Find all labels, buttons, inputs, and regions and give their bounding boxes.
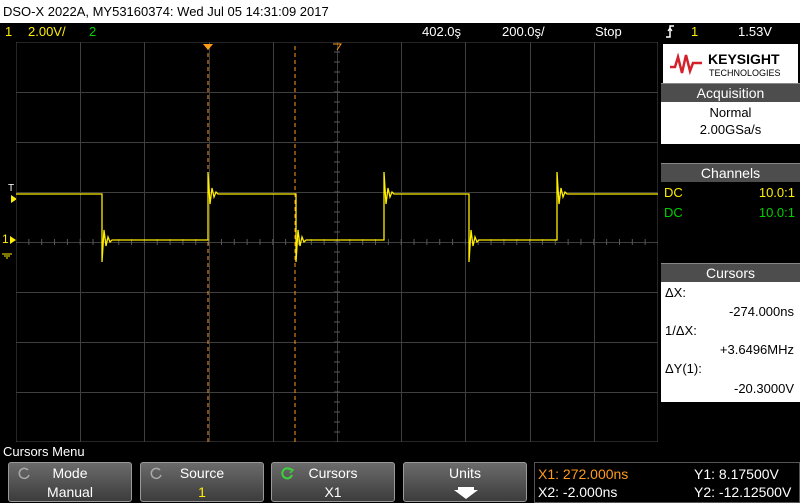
- cursor-y2-readout: Y2: -12.12500V: [694, 484, 792, 500]
- softkey-units[interactable]: Units: [403, 462, 527, 502]
- ground-icon: [2, 246, 12, 259]
- softkey-source[interactable]: Source 1: [140, 462, 264, 502]
- ch1-probe: 10.0:1: [758, 185, 795, 200]
- ch1-ground-marker[interactable]: 1: [2, 232, 9, 246]
- cursors-panel-title: Cursors: [661, 263, 800, 282]
- delta-y-label: ΔY(1):: [665, 361, 702, 376]
- softkey-source-value: 1: [198, 484, 206, 500]
- channels-panel: DC 10.0:1 DC 10.0:1: [661, 182, 800, 222]
- softkey-units-label: Units: [449, 465, 481, 481]
- trigger-source[interactable]: 1: [691, 23, 698, 41]
- sidebar: KEYSIGHT TECHNOLOGIES Acquisition Normal…: [661, 42, 800, 442]
- delta-x-value: -274.000ns: [728, 304, 794, 319]
- cursor-x2-readout: X2: -2.000ns: [538, 484, 618, 500]
- brand-subtitle: TECHNOLOGIES: [709, 68, 781, 78]
- softkey-mode-value: Manual: [47, 484, 93, 500]
- delta-x-label: ΔX:: [665, 285, 686, 300]
- softkey-source-label: Source: [179, 465, 225, 481]
- inverse-delta-x-label: 1/ΔX:: [665, 323, 697, 338]
- cursor-x1-readout: X1: 272.000ns: [538, 466, 629, 482]
- ch2-coupling: DC: [664, 205, 683, 220]
- ch1-scale[interactable]: 2.00V/: [28, 23, 66, 41]
- softkey-mode-label: Mode: [52, 465, 88, 481]
- channels-panel-title: Channels: [661, 163, 800, 182]
- time-per-div[interactable]: 200.0ş/: [502, 23, 545, 41]
- softkey-cursors-value: X1: [324, 484, 342, 500]
- status-bar: 1 2.00V/ 2 402.0ş 200.0ş/ Stop 1 1.53V: [0, 23, 800, 41]
- softkey-cursors-label: Cursors: [308, 465, 358, 481]
- menu-title: Cursors Menu: [3, 444, 85, 459]
- cursors-panel: ΔX: -274.000ns 1/ΔX: +3.6496MHz ΔY(1): -…: [661, 282, 800, 402]
- acquisition-panel: Normal 2.00GSa/s: [661, 102, 800, 144]
- waveform-display[interactable]: [16, 42, 658, 442]
- cursor-y1-readout: Y1: 8.17500V: [694, 466, 779, 482]
- timebase-delay[interactable]: 402.0ş: [422, 23, 461, 41]
- inverse-delta-x-value: +3.6496MHz: [719, 342, 794, 357]
- ch1-number[interactable]: 1: [5, 23, 12, 41]
- ch2-probe: 10.0:1: [758, 205, 795, 220]
- trigger-level-marker: T: [8, 183, 15, 194]
- keysight-wave-icon: [670, 53, 702, 75]
- acquisition-mode: Normal: [709, 105, 752, 120]
- brand-name: KEYSIGHT: [708, 51, 780, 67]
- brand-logo: KEYSIGHT TECHNOLOGIES: [663, 44, 798, 83]
- submenu-down-arrow-icon: [454, 487, 478, 499]
- trigger-edge-icon: [664, 23, 676, 44]
- sample-rate: 2.00GSa/s: [699, 122, 762, 137]
- trigger-level[interactable]: 1.53V: [738, 23, 772, 41]
- run-state[interactable]: Stop: [595, 23, 622, 41]
- ch1-coupling: DC: [664, 185, 683, 200]
- cursor-readout: X1: 272.000ns X2: -2.000ns Y1: 8.17500V …: [534, 462, 800, 503]
- delta-y-value: -20.3000V: [734, 381, 794, 396]
- window-title-bar: DSO-X 2022A, MY53160374: Wed Jul 05 14:3…: [0, 0, 800, 23]
- softkey-cursors[interactable]: Cursors X1: [271, 462, 395, 502]
- ch2-number[interactable]: 2: [89, 23, 96, 41]
- softkey-mode[interactable]: Mode Manual: [8, 462, 132, 502]
- acquisition-panel-title: Acquisition: [661, 83, 800, 102]
